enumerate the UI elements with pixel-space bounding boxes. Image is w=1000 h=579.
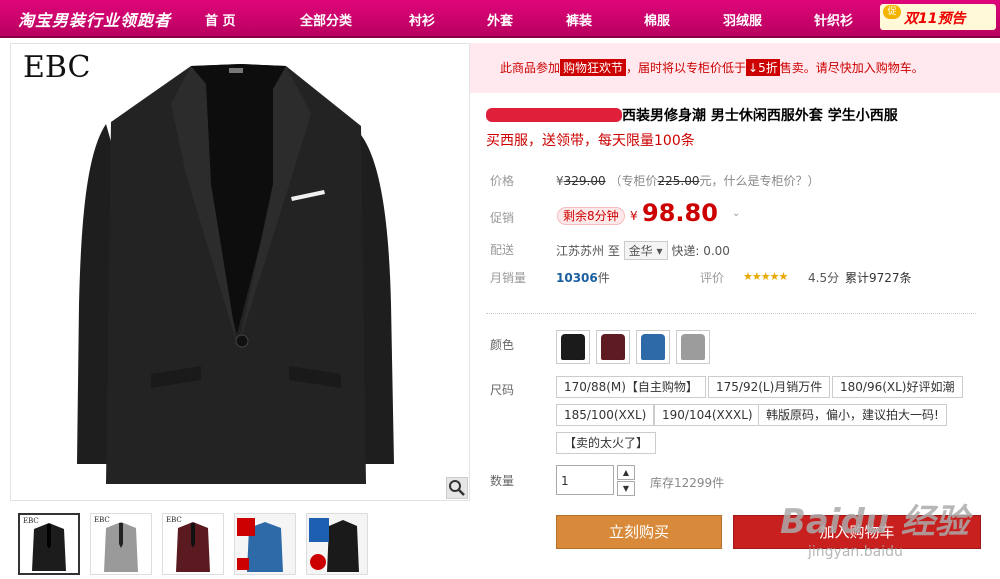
brand-slogan[interactable]: 淘宝男装行业领跑者 <box>18 7 171 31</box>
color-swatch-grey[interactable] <box>676 330 710 364</box>
thumbnail-logo: EBC <box>94 516 110 524</box>
price-currency: ¥ <box>556 174 564 188</box>
promo-badge: 促 <box>883 5 901 19</box>
color-label: 颜色 <box>490 338 515 352</box>
promo-notice-text: 此商品参加 购物狂欢节 ，届时将以专柜价低于 ↓5折 售卖。请尽快加入购物车。 <box>500 59 924 76</box>
size-option-hot[interactable]: 【卖的太火了】 <box>556 432 657 454</box>
promo-text: 双11预告 <box>904 11 966 27</box>
counter-price-prefix: （专柜价 <box>609 174 658 188</box>
destination-value: 金华 <box>628 244 653 258</box>
color-swatch-burgundy[interactable] <box>596 330 630 364</box>
counter-price-help-link[interactable]: 元，什么是专柜价？） <box>699 174 819 188</box>
size-option-xxxl[interactable]: 190/104(XXXL) <box>654 404 761 426</box>
size-label: 尺码 <box>490 383 515 397</box>
top-nav-bar: 淘宝男装行业领跑者 首 页 全部分类 衬衫 外套 裤装 棉服 羽绒服 针织衫 促… <box>0 0 1000 38</box>
watermark-url: jingyan.baidu <box>808 544 903 560</box>
thumbnail-blue[interactable] <box>234 513 296 575</box>
monthly-sales: 10306件 <box>556 269 610 286</box>
quantity-value: 1 <box>561 474 569 488</box>
rating-count-link[interactable]: 累计9727条 <box>845 269 912 286</box>
color-swatch-black[interactable] <box>556 330 590 364</box>
watermark-logo: Baidu 经验 <box>780 502 969 542</box>
baidu-jingyan-watermark: Baidu 经验 jingyan.baidu <box>770 488 1000 579</box>
thumbnail-black[interactable]: EBC <box>18 513 80 575</box>
notice-discount-box: ↓5折 <box>746 59 780 76</box>
monthly-sales-label: 月销量 <box>490 271 527 285</box>
size-option-fit-note[interactable]: 韩版原码，偏小，建议拍大一码! <box>758 404 947 426</box>
thumbnail-burgundy[interactable]: EBC <box>162 513 224 575</box>
size-option-m[interactable]: 170/88(M)【自主购物】 <box>556 376 706 398</box>
swatch-fill <box>561 334 585 360</box>
color-swatch-blue[interactable] <box>636 330 670 364</box>
nav-item-pants[interactable]: 裤装 <box>566 10 592 29</box>
counter-price: 225.00 <box>657 174 700 188</box>
quantity-decrease-button[interactable]: ▼ <box>617 481 635 496</box>
size-option-l[interactable]: 175/92(L)月销万件 <box>708 376 831 398</box>
nav-item-knitwear[interactable]: 针织衫 <box>814 10 853 29</box>
shipping-row: 江苏苏州 至 金华 ▾ 快递: 0.00 <box>556 241 730 260</box>
swatch-fill <box>641 334 665 360</box>
thumbnail-logo: EBC <box>166 516 182 524</box>
notice-middle: ，届时将以专柜价低于 <box>626 61 747 75</box>
thumbnail-promo[interactable] <box>306 513 368 575</box>
product-title-text: 西装男修身潮 男士休闲西服外套 学生小西服 <box>622 108 898 124</box>
rating-stars: ★★★★★ <box>743 270 788 283</box>
destination-select[interactable]: 金华 ▾ <box>623 241 668 260</box>
countdown-badge: 剩余8分钟 <box>557 207 625 225</box>
original-price: 329.00 <box>563 174 606 188</box>
promo-price: 98.80 <box>642 199 718 227</box>
rating-label: 评价 <box>700 271 725 285</box>
nav-item-shirts[interactable]: 衬衫 <box>409 10 435 29</box>
sales-unit: 件 <box>597 271 610 285</box>
nav-item-down-jackets[interactable]: 羽绒服 <box>723 10 762 29</box>
sales-count: 10306 <box>556 271 598 285</box>
notice-event-box: 购物狂欢节 <box>560 59 627 76</box>
divider <box>486 313 976 314</box>
size-option-xl[interactable]: 180/96(XL)好评如潮 <box>832 376 963 398</box>
thumbnail-grey[interactable]: EBC <box>90 513 152 575</box>
ship-from: 江苏苏州 至 <box>556 244 620 258</box>
swatch-fill <box>681 334 705 360</box>
notice-suffix: 售卖。请尽快加入购物车。 <box>779 61 924 75</box>
promo-label: 促销 <box>490 211 515 225</box>
nav-item-home[interactable]: 首 页 <box>205 10 236 29</box>
notice-prefix: 此商品参加 <box>500 61 561 75</box>
stock-text: 库存12299件 <box>650 476 725 490</box>
price-row: ¥329.00 （专柜价225.00元，什么是专柜价？） <box>556 172 820 189</box>
rating-score: 4.5分 <box>808 271 840 285</box>
nav-item-coats[interactable]: 外套 <box>487 10 513 29</box>
product-title: 西装男修身潮 男士休闲西服外套 学生小西服 <box>486 105 898 125</box>
suit-jacket-illustration <box>77 64 394 484</box>
quantity-increase-button[interactable]: ▲ <box>617 465 635 480</box>
product-gallery: EBC EBC EBC EBC <box>10 43 470 579</box>
double11-preview-link[interactable]: 促 双11预告 <box>880 4 996 30</box>
chevron-down-icon[interactable]: ⌄ <box>732 208 740 219</box>
shipping-fee: 快递: 0.00 <box>671 244 730 258</box>
main-product-image[interactable]: EBC <box>10 43 470 501</box>
nav-item-all-categories[interactable]: 全部分类 <box>300 10 352 29</box>
quantity-input[interactable]: 1 <box>556 465 614 495</box>
product-subtitle: 买西服，送领带，每天限量100条 <box>486 133 695 149</box>
zoom-icon[interactable] <box>446 477 468 499</box>
promo-notice: 此商品参加 购物狂欢节 ，届时将以专柜价低于 ↓5折 售卖。请尽快加入购物车。 <box>470 43 1000 93</box>
price-label: 价格 <box>490 174 515 188</box>
nav-item-cotton-coats[interactable]: 棉服 <box>644 10 670 29</box>
promo-currency: ¥ <box>630 209 638 223</box>
thumbnail-logo: EBC <box>23 517 39 525</box>
size-option-xxl[interactable]: 185/100(XXL) <box>556 404 655 426</box>
redacted-mark <box>486 108 622 122</box>
quantity-label: 数量 <box>490 474 515 488</box>
buy-now-button[interactable]: 立刻购买 <box>556 515 722 549</box>
shipping-label: 配送 <box>490 243 515 257</box>
swatch-fill <box>601 334 625 360</box>
